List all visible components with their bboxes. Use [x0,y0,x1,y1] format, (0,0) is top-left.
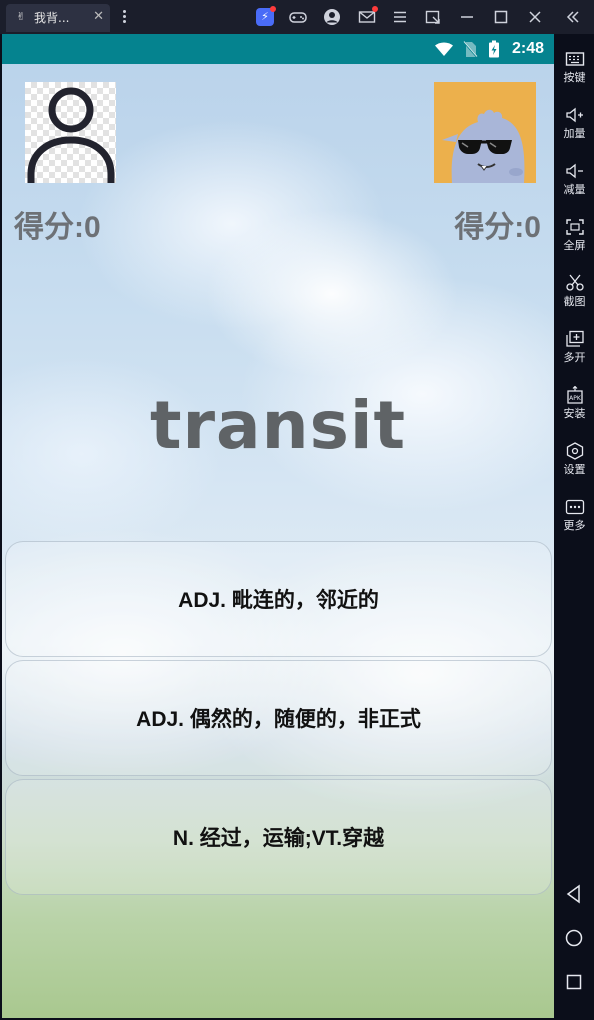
popout-icon[interactable] [424,8,442,26]
close-icon[interactable] [526,8,544,26]
sidebar-item-more[interactable]: 更多 [555,492,594,544]
sidebar-label: 多开 [563,351,586,364]
cool-bird-avatar-icon [442,109,525,183]
booster-icon[interactable]: ⚡ [256,6,276,26]
sidebar-item-multi-instance[interactable]: 多开 [555,324,594,376]
player1-avatar[interactable] [25,82,116,183]
wifi-icon [435,42,453,56]
tab-close-icon[interactable]: ✕ [93,9,104,24]
sidebar-label: 全屏 [563,239,586,252]
player2-avatar[interactable] [434,82,536,183]
sidebar-label: 减量 [563,183,586,196]
emulator-sidebar: 按键 加量 减量 全屏 截图 多开 APK 安装 设置 更多 [555,34,594,1020]
recents-icon[interactable] [564,972,584,992]
more-icon [565,499,584,515]
answer-option-label: ADJ. 偶然的，随便的，非正式 [136,708,421,731]
sidebar-item-volume-up[interactable]: 加量 [555,100,594,152]
answer-option-1[interactable]: ADJ. 毗连的，邻近的 [5,541,552,657]
keyboard-icon [565,52,584,66]
collapse-icon[interactable] [564,8,582,26]
settings-icon [566,442,583,460]
tab-title: 我背... [34,11,70,25]
svg-text:APK: APK [569,395,582,402]
back-icon[interactable] [564,884,584,904]
bunny-icon: ✌ [16,10,26,23]
status-bar: 2:48 [2,34,554,64]
battery-charging-icon [489,40,499,58]
tab-menu-icon[interactable] [118,8,130,26]
sidebar-label: 设置 [563,463,586,476]
answer-option-3[interactable]: N. 经过，运输;VT.穿越 [5,779,552,895]
answer-option-label: ADJ. 毗连的，邻近的 [178,589,379,612]
android-screen: 2:48 得分:0 得分:0 transit ADJ. 毗连的，邻近的 ADJ.… [2,34,554,1018]
minimize-icon[interactable] [458,8,476,26]
apk-install-icon: APK [566,386,583,404]
mail-icon[interactable] [358,6,378,26]
player1-score: 得分:0 [14,211,101,244]
sidebar-label: 更多 [563,519,586,532]
maximize-icon[interactable] [492,8,510,26]
quiz-word: transit [149,387,407,464]
sidebar-item-keymap[interactable]: 按键 [555,44,594,96]
volume-up-icon [565,107,583,123]
sidebar-item-fullscreen[interactable]: 全屏 [555,212,594,264]
sidebar-item-volume-down[interactable]: 减量 [555,156,594,208]
sidebar-item-settings[interactable]: 设置 [555,436,594,488]
answer-option-label: N. 经过，运输;VT.穿越 [172,827,385,850]
scissors-icon [565,274,584,291]
home-icon[interactable] [564,928,584,948]
fullscreen-icon [565,219,584,235]
account-icon[interactable] [323,8,341,26]
volume-down-icon [565,163,583,179]
app-tab[interactable]: ✌ 我背... ✕ [6,4,110,32]
answer-option-2[interactable]: ADJ. 偶然的，随便的，非正式 [5,660,552,776]
sidebar-item-screenshot[interactable]: 截图 [555,268,594,320]
person-icon [27,87,115,183]
gamepad-icon[interactable] [289,8,307,26]
sidebar-label: 按键 [563,71,586,84]
emulator-titlebar: ✌ 我背... ✕ ⚡ [0,0,594,34]
sidebar-label: 加量 [563,127,586,140]
sidebar-label: 安装 [563,407,586,420]
no-sim-icon [463,41,478,58]
status-clock: 2:48 [511,40,544,57]
menu-icon[interactable] [391,8,409,26]
sidebar-label: 截图 [563,295,586,308]
sidebar-item-install[interactable]: APK 安装 [555,380,594,432]
multi-instance-icon [565,330,584,347]
player2-score: 得分:0 [454,211,541,244]
